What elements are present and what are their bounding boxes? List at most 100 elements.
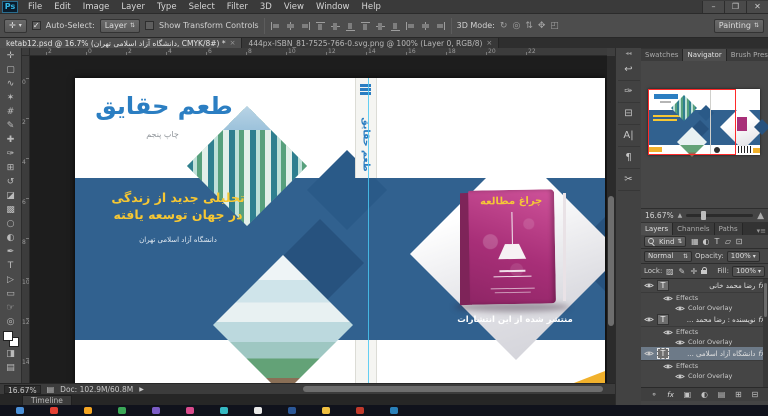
clone-stamp-tool-icon[interactable]: ⊞ <box>2 161 20 175</box>
history-brush-tool-icon[interactable]: ↺ <box>2 175 20 189</box>
horizontal-ruler[interactable]: 20246810121416182022 <box>30 48 607 56</box>
navigator-view-rectangle[interactable] <box>648 89 736 155</box>
vertical-scrollbar-thumb[interactable] <box>608 196 614 326</box>
visibility-eye-icon[interactable] <box>675 305 685 312</box>
taskbar-app-icon-3[interactable] <box>84 407 92 414</box>
panel-character-icon[interactable]: A| <box>618 125 640 147</box>
collapse-dock-icon[interactable]: ◂◂ <box>625 50 631 57</box>
show-transform-checkbox[interactable] <box>145 21 154 30</box>
marquee-tool-icon[interactable]: ▢ <box>2 63 20 77</box>
panel-brush-icon[interactable]: ✑ <box>618 81 640 103</box>
align-right-icon[interactable] <box>300 21 311 31</box>
close-button[interactable]: ✕ <box>746 1 768 13</box>
distribute-h-center-icon[interactable] <box>420 21 431 31</box>
color-swatches[interactable] <box>3 331 19 347</box>
taskbar-app-icon-11[interactable] <box>356 407 364 414</box>
visibility-eye-icon[interactable] <box>675 373 685 380</box>
3d-roll-icon[interactable]: ◎ <box>512 21 520 31</box>
gradient-tool-icon[interactable]: ▩ <box>2 203 20 217</box>
tab-layers[interactable]: Layers <box>641 223 673 235</box>
workspace-switcher[interactable]: Painting⇅ <box>714 19 764 33</box>
zoom-slider-thumb[interactable] <box>701 211 706 220</box>
zoom-tool-icon[interactable]: ◎ <box>2 315 20 329</box>
taskbar-app-icon-9[interactable] <box>288 407 296 414</box>
layer-row-2[interactable]: Tنویسنده : رضا محمد ...fx <box>641 313 768 327</box>
lock-all-icon[interactable] <box>701 267 708 275</box>
color-overlay-row[interactable]: Color Overlay <box>641 337 768 347</box>
crop-tool-icon[interactable]: # <box>2 105 20 119</box>
distribute-left-icon[interactable] <box>405 21 416 31</box>
layer-row-3[interactable]: Tدانشگاه آزاد اسلامی ...fx <box>641 347 768 361</box>
panel-history-icon[interactable]: ↩ <box>618 59 640 81</box>
eyedropper-tool-icon[interactable]: ✎ <box>2 119 20 133</box>
lock-pixels-icon[interactable]: ✎ <box>677 267 686 276</box>
taskbar-app-icon-2[interactable] <box>50 407 58 414</box>
magic-wand-tool-icon[interactable]: ✶ <box>2 91 20 105</box>
layer-effects-row[interactable]: Effects <box>641 327 768 337</box>
opacity-value[interactable]: 100%▾ <box>727 251 760 262</box>
link-layers-icon[interactable]: ⚬ <box>651 390 658 399</box>
menu-edit[interactable]: Edit <box>48 0 76 14</box>
menu-select[interactable]: Select <box>183 0 221 14</box>
zoom-level-field[interactable]: 16.67% <box>4 385 41 394</box>
pen-tool-icon[interactable]: ✒ <box>2 245 20 259</box>
shape-tool-icon[interactable]: ▭ <box>2 287 20 301</box>
navigator-thumbnail[interactable] <box>648 89 760 155</box>
tab-brush-presets[interactable]: Brush Presets <box>727 49 768 61</box>
type-tool-icon[interactable]: T <box>2 259 20 273</box>
close-tab-icon[interactable]: × <box>486 39 492 47</box>
horizontal-scrollbar-thumb[interactable] <box>303 386 603 392</box>
taskbar-app-icon-6[interactable] <box>186 407 194 414</box>
taskbar-app-icon-8[interactable] <box>254 407 262 414</box>
lasso-tool-icon[interactable]: ∿ <box>2 77 20 91</box>
align-bottom-icon[interactable] <box>345 21 356 31</box>
brush-tool-icon[interactable]: ✑ <box>2 147 20 161</box>
healing-brush-tool-icon[interactable]: ✚ <box>2 133 20 147</box>
restore-button[interactable]: ❐ <box>724 1 746 13</box>
align-top-icon[interactable] <box>315 21 326 31</box>
3d-scale-icon[interactable]: ◰ <box>550 21 559 31</box>
timeline-tab[interactable]: Timeline <box>22 395 72 405</box>
auto-select-target-dropdown[interactable]: Layer⇅ <box>100 19 140 33</box>
eraser-tool-icon[interactable]: ◪ <box>2 189 20 203</box>
navigator-zoom-value[interactable]: 16.67% <box>645 211 674 220</box>
ruler-origin[interactable] <box>22 48 30 56</box>
distribute-v-center-icon[interactable] <box>375 21 386 31</box>
dodge-tool-icon[interactable]: ◐ <box>2 231 20 245</box>
close-tab-icon[interactable]: × <box>230 39 236 47</box>
adjustment-layer-icon[interactable]: ◐ <box>701 390 708 399</box>
canvas-viewport[interactable]: چراغ مطالعه طعم حقایق طعم حقایق چاپ پنجم… <box>30 56 607 383</box>
visibility-eye-icon[interactable] <box>663 295 673 302</box>
fill-value[interactable]: 100%▾ <box>732 266 765 277</box>
tab-swatches[interactable]: Swatches <box>641 49 683 61</box>
menu-help[interactable]: Help <box>356 0 387 14</box>
hand-tool-icon[interactable]: ☞ <box>2 301 20 315</box>
filter-shape-layers-icon[interactable]: ▱ <box>722 237 733 246</box>
document-canvas[interactable]: چراغ مطالعه طعم حقایق طعم حقایق چاپ پنجم… <box>75 78 605 383</box>
3d-drag-icon[interactable]: ⇅ <box>525 21 533 31</box>
layer-row-1[interactable]: Tرضا محمد خانیfx <box>641 279 768 293</box>
menu-type[interactable]: Type <box>151 0 183 14</box>
filter-smart-objects-icon[interactable]: ⊡ <box>733 237 744 246</box>
taskbar-app-icon-10[interactable] <box>322 407 330 414</box>
visibility-eye-icon[interactable] <box>644 316 654 323</box>
new-layer-icon[interactable]: ⊞ <box>735 390 742 399</box>
layer-name[interactable]: دانشگاه آزاد اسلامی ... <box>672 350 755 358</box>
navigator-zoom-slider[interactable] <box>686 214 753 217</box>
filter-type-layers-icon[interactable]: T <box>711 237 722 246</box>
color-overlay-row[interactable]: Color Overlay <box>641 303 768 313</box>
menu-view[interactable]: View <box>278 0 310 14</box>
layer-effects-row[interactable]: Effects <box>641 361 768 371</box>
vertical-scrollbar[interactable] <box>607 56 615 383</box>
color-overlay-row[interactable]: Color Overlay <box>641 371 768 381</box>
tab-channels[interactable]: Channels <box>673 223 714 235</box>
filter-pixel-layers-icon[interactable]: ▦ <box>689 237 700 246</box>
visibility-eye-icon[interactable] <box>663 329 673 336</box>
visibility-eye-icon[interactable] <box>675 339 685 346</box>
panel-menu-icon[interactable]: ▾≡ <box>757 227 768 235</box>
document-tab-2[interactable]: 444px-ISBN_81-7525-766-0.svg.png @ 100% … <box>242 38 499 48</box>
type-layer-thumbnail[interactable]: T <box>657 314 669 325</box>
quick-mask-button[interactable]: ◨ <box>2 347 20 361</box>
windows-taskbar[interactable] <box>0 405 768 416</box>
lock-transparency-icon[interactable]: ▨ <box>665 267 674 276</box>
